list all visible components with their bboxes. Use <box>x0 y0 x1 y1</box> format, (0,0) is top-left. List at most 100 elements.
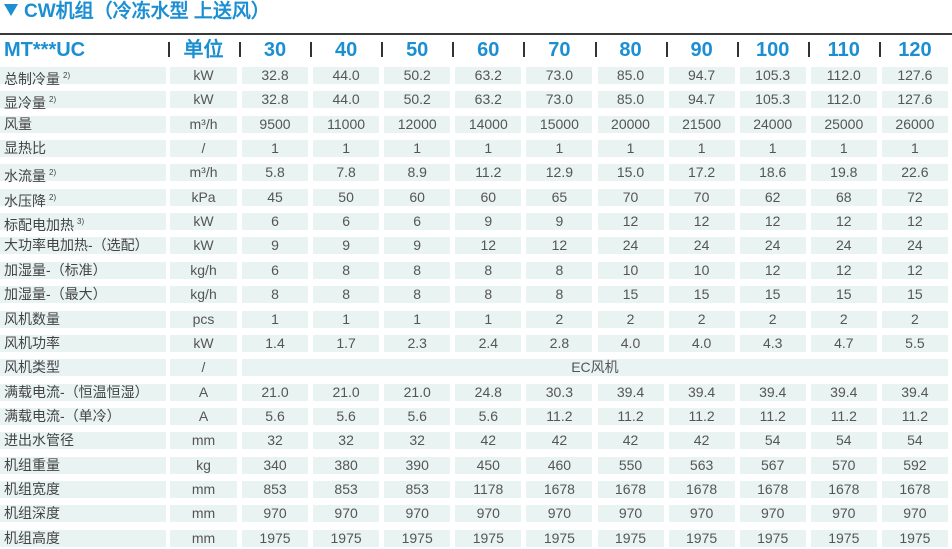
value-cell: 21500 <box>668 115 735 133</box>
value-cell: 1975 <box>597 529 664 547</box>
row-label: 显热比 <box>0 140 166 158</box>
row-unit: mm <box>170 529 237 547</box>
value-cell: 105.3 <box>739 67 806 84</box>
value-cell: 5.6 <box>384 407 451 425</box>
value-cell: 853 <box>384 480 451 498</box>
row-label: 风机类型 <box>0 359 166 377</box>
row-label-text: 风机功率 <box>4 334 60 351</box>
value-cell: 11.2 <box>739 407 806 425</box>
value-cell: 1 <box>526 140 593 158</box>
table-row: 机组宽度 mm 853 853 853 1178 1678 1678 1678 1678 1678 1… <box>0 480 952 498</box>
value-cell: 1975 <box>668 529 735 547</box>
value-cell: 11.2 <box>668 407 735 425</box>
value-cell: 85.0 <box>597 67 664 84</box>
row-label: 加湿量-（最大） <box>0 286 166 304</box>
value-cell: 12 <box>881 213 948 231</box>
value-cell: 15 <box>881 286 948 304</box>
value-cell: 12 <box>455 237 522 255</box>
row-label-text: 加湿量-（最大） <box>4 286 107 303</box>
column-separator <box>452 42 454 57</box>
column-separator <box>808 42 810 57</box>
value-cell: 2 <box>881 310 948 328</box>
value-cell: 1975 <box>242 529 308 547</box>
row-label: 机组深度 <box>0 505 166 523</box>
value-cell: 1 <box>810 140 877 158</box>
header-divider <box>0 33 952 35</box>
value-cell: 8.9 <box>384 164 451 182</box>
value-cell: 73.0 <box>526 91 593 109</box>
value-cell: 54 <box>810 432 877 450</box>
row-unit: / <box>170 359 237 377</box>
value-cell: 65 <box>526 188 593 206</box>
value-cell: 24 <box>810 237 877 255</box>
row-unit: pcs <box>170 310 237 328</box>
section-title: CW机组（冷冻水型 上送风） <box>4 0 270 24</box>
value-cell: 14000 <box>455 115 522 133</box>
row-label: 显冷量 2) <box>0 91 166 111</box>
model-header-70: 70 <box>548 39 571 61</box>
row-label: 机组高度 <box>0 529 166 547</box>
row-label: 风量 <box>0 115 166 133</box>
value-cell: 1678 <box>810 480 877 498</box>
value-cell: 9 <box>384 237 451 255</box>
value-cell: 460 <box>526 456 593 474</box>
value-cell: 567 <box>739 456 806 474</box>
model-header: MT***UC <box>4 39 86 61</box>
model-header-60: 60 <box>477 39 500 61</box>
value-cell: 9 <box>242 237 308 255</box>
value-cell: 12.9 <box>526 164 593 182</box>
value-cell: 50 <box>313 188 380 206</box>
value-cell: 32.8 <box>242 67 308 84</box>
value-cell: 44.0 <box>313 67 380 84</box>
value-cell: 450 <box>455 456 522 474</box>
value-cell: 12 <box>526 237 593 255</box>
row-label-text: 加湿量-（标准） <box>4 261 107 278</box>
value-cell: 11.2 <box>526 407 593 425</box>
value-cell: 1.4 <box>242 334 308 352</box>
row-unit: kg/h <box>170 286 237 304</box>
table-row: 风机数量 pcs 1 1 1 1 2 2 2 2 2 2 <box>0 310 952 328</box>
value-cell: 12 <box>739 213 806 231</box>
value-cell: 970 <box>668 505 735 523</box>
footnote-marker: 2) <box>49 95 57 105</box>
value-cell: 1 <box>313 140 380 158</box>
value-cell: 2 <box>597 310 664 328</box>
value-cell: 15000 <box>526 115 593 133</box>
value-cell: 30.3 <box>526 383 593 401</box>
value-cell: 39.4 <box>881 383 948 401</box>
row-unit: mm <box>170 480 237 498</box>
row-label: 满载电流-（恒温恒湿） <box>0 383 166 401</box>
value-cell: 970 <box>739 505 806 523</box>
value-cell: 12000 <box>384 115 451 133</box>
value-cell: 6 <box>384 213 451 231</box>
row-label-text: 标配电加热 <box>4 217 74 234</box>
value-cell: 1 <box>881 140 948 158</box>
value-cell: 11000 <box>313 115 380 133</box>
value-cell: 1 <box>242 310 308 328</box>
value-cell: 1 <box>455 140 522 158</box>
value-cell: 15.0 <box>597 164 664 182</box>
value-cell: 970 <box>526 505 593 523</box>
value-cell: 4.0 <box>597 334 664 352</box>
table-row: 满载电流-（单冷） A 5.6 5.6 5.6 5.6 11.2 11.2 11.2 11.2 11… <box>0 407 952 425</box>
row-label-text: 显热比 <box>4 140 46 157</box>
table-row: 风机功率 kW 1.4 1.7 2.3 2.4 2.8 4.0 4.0 4.3 4.7 5.5 <box>0 334 952 352</box>
value-cell: 8 <box>313 286 380 304</box>
value-cell: 8 <box>455 261 522 279</box>
value-cell: 18.6 <box>739 164 806 182</box>
row-label: 总制冷量 2) <box>0 67 166 87</box>
merged-value-cell: EC风机 <box>242 359 948 377</box>
section-title-text: CW机组（冷冻水型 上送风） <box>24 1 270 22</box>
model-header-80: 80 <box>619 39 642 61</box>
value-cell: 4.3 <box>739 334 806 352</box>
row-unit: kW <box>170 91 237 109</box>
value-cell: 12 <box>881 261 948 279</box>
row-unit: kW <box>170 237 237 255</box>
table-row: 机组深度 mm 970 970 970 970 970 970 970 970 970 970 <box>0 505 952 523</box>
value-cell: 112.0 <box>810 67 877 84</box>
table-row: 加湿量-（最大） kg/h 8 8 8 8 8 15 15 15 15 15 <box>0 286 952 304</box>
value-cell: 6 <box>313 213 380 231</box>
value-cell: 24 <box>739 237 806 255</box>
row-label: 加湿量-（标准） <box>0 261 166 279</box>
value-cell: 2.4 <box>455 334 522 352</box>
